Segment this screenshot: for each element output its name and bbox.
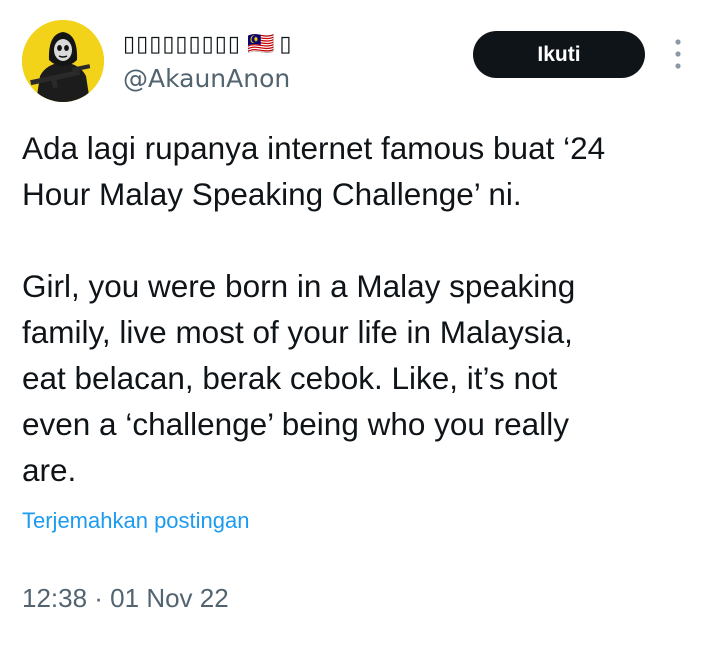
translate-post-link[interactable]: Terjemahkan postingan <box>22 508 249 534</box>
display-name-text: ▯▯▯▯▯▯▯▯▯ <box>123 32 241 57</box>
masked-soldier-avatar-icon <box>22 20 104 102</box>
author-display-name[interactable]: ▯▯▯▯▯▯▯▯▯ 🇲🇾 ▯ <box>123 32 292 57</box>
tweet-text: Ada lagi rupanya internet famous buat ‘2… <box>22 130 606 488</box>
tweet-card: ▯▯▯▯▯▯▯▯▯ 🇲🇾 ▯ @AkaunAnon Ikuti Ada lagi r… <box>0 0 703 645</box>
malaysia-flag-icon: 🇲🇾 <box>246 32 276 57</box>
vertical-ellipsis-icon[interactable] <box>670 36 686 72</box>
follow-button[interactable]: Ikuti <box>473 31 645 78</box>
trailing-glyph: ▯ <box>279 32 293 57</box>
tweet-timestamp[interactable]: 12:38 · 01 Nov 22 <box>22 583 229 614</box>
author-handle[interactable]: @AkaunAnon <box>123 64 290 93</box>
avatar[interactable] <box>22 20 104 102</box>
